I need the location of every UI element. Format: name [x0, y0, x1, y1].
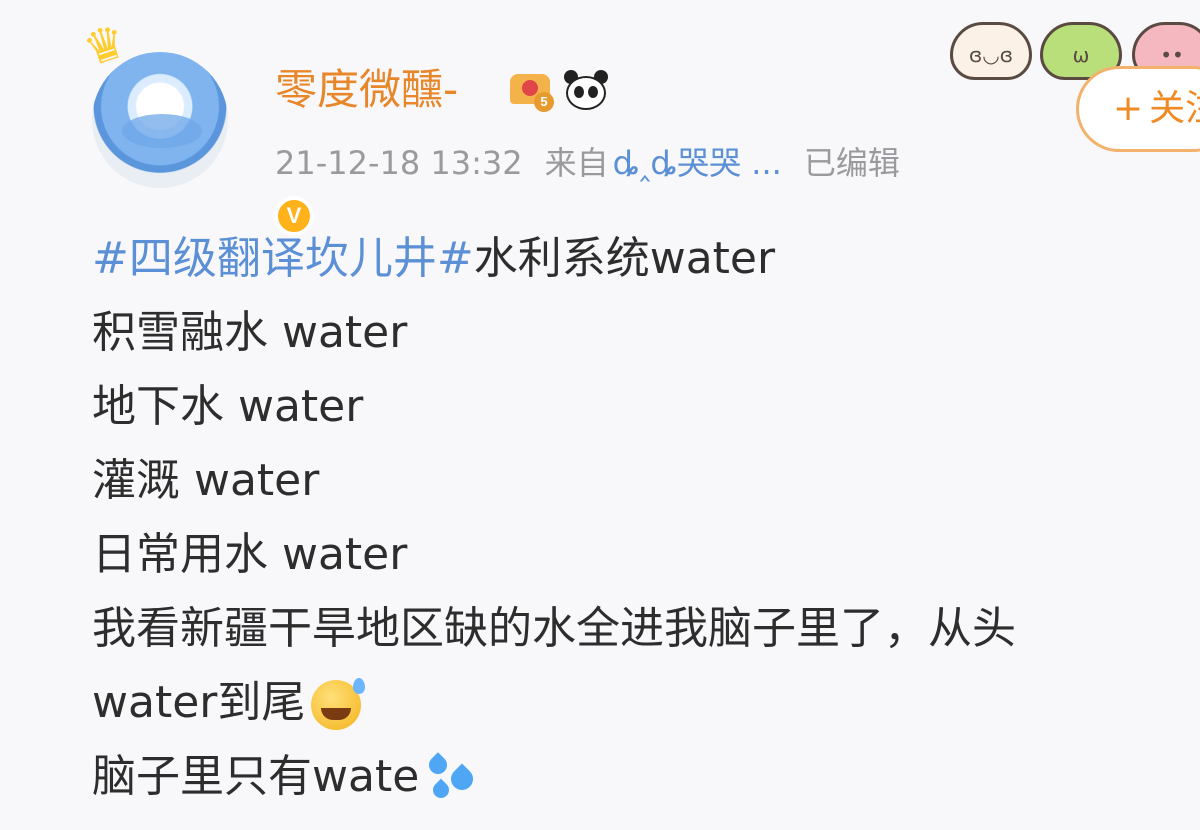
username[interactable]: 零度微醺- [275, 60, 458, 120]
follow-button[interactable]: +关注 [1076, 66, 1200, 152]
vip-crown-badge-icon[interactable]: 5 [508, 70, 554, 114]
post-line: water到尾 [92, 666, 1200, 740]
avatar-image[interactable] [92, 52, 228, 188]
grinning-sweat-emoji-icon [311, 678, 366, 730]
post-line-text: 脑子里只有wate [92, 751, 420, 802]
sticker-icon: ɞ◡ɞ [950, 22, 1032, 80]
post-line: 日常用水 water [92, 529, 408, 580]
plus-icon: + [1113, 88, 1144, 129]
post-line: 脑子里只有wate [92, 740, 1200, 814]
post-line: 我看新疆干旱地区缺的水全进我脑子里了，从头 [92, 603, 1016, 654]
post-line-text: water到尾 [92, 677, 306, 728]
topic-hashtag-link[interactable]: #四级翻译坎儿井# [92, 233, 474, 284]
post-content: #四级翻译坎儿井#水利系统water 积雪融水 water 地下水 water … [92, 222, 1200, 814]
post-line: 地下水 water [92, 381, 364, 432]
source-app-link[interactable]: ȡ‸ȡ哭哭 ... [613, 144, 782, 182]
sweat-droplets-emoji-icon [423, 752, 478, 806]
post-line: 灌溉 water [92, 455, 320, 506]
post-line-text: 水利系统water [473, 233, 776, 284]
panda-icon [562, 70, 610, 112]
follow-label: 关注 [1149, 88, 1200, 129]
source-prefix: 来自 [544, 144, 609, 182]
post-meta: 21-12-18 13:32 来自 ȡ‸ȡ哭哭 ... 已编辑 [275, 140, 900, 186]
weibo-post: ɞ◡ɞ ω •• V ♛ 零度微醺- 5 21-12-18 13:32 来自 ȡ‸ȡ… [0, 0, 1200, 830]
vip-level: 5 [534, 92, 554, 112]
crown-icon: ♛ [76, 12, 133, 78]
edited-label[interactable]: 已编辑 [804, 144, 900, 182]
post-line: #四级翻译坎儿井#水利系统water [92, 222, 1200, 296]
post-line: 积雪融水 water [92, 307, 408, 358]
timestamp: 21-12-18 13:32 [275, 144, 523, 182]
